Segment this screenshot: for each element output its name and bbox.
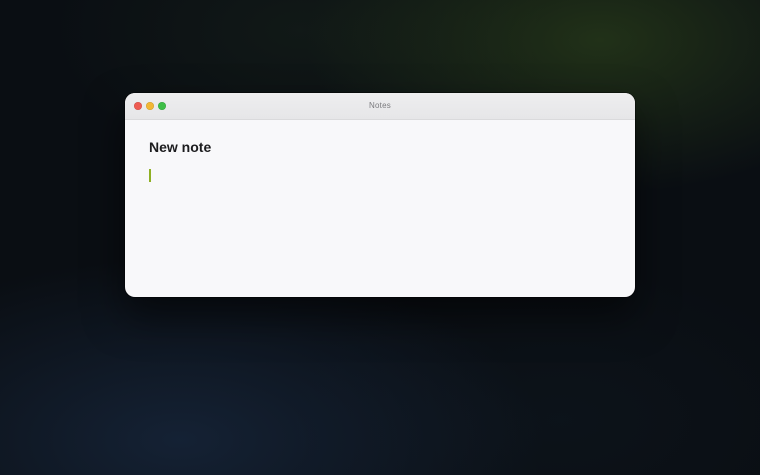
note-title[interactable]: New note (149, 139, 611, 156)
window-title: Notes (369, 101, 391, 110)
desktop-background: Notes New note (0, 0, 760, 475)
text-caret (149, 169, 151, 182)
note-content: New note (125, 120, 635, 277)
note-body-editor[interactable] (149, 167, 609, 277)
notes-window: Notes New note (125, 93, 635, 297)
title-bar[interactable]: Notes (125, 93, 635, 120)
